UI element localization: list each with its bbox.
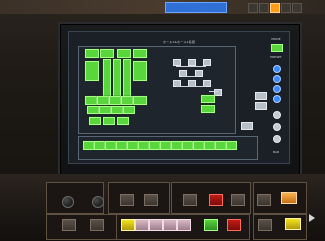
node-3 [203, 59, 211, 66]
bottom-button-1[interactable] [83, 141, 94, 150]
preset-7-icon[interactable] [273, 135, 281, 143]
bottom-button-10[interactable] [182, 141, 193, 150]
top-button-highlight[interactable] [270, 3, 280, 13]
bottom-button-8[interactable] [160, 141, 171, 150]
source-button-2[interactable] [100, 49, 114, 58]
top-status-display [165, 2, 227, 13]
small-button-7[interactable] [117, 117, 129, 125]
hw-button-red-1[interactable] [209, 194, 223, 206]
top-button-4[interactable] [292, 3, 302, 13]
small-button-5[interactable] [89, 117, 101, 125]
bottom-button-2[interactable] [94, 141, 105, 150]
top-button-1[interactable] [248, 3, 258, 13]
pink-button-2[interactable] [149, 219, 163, 231]
row-button-3[interactable] [109, 96, 121, 105]
connector-4 [209, 91, 219, 92]
green-button[interactable] [204, 219, 218, 231]
connector-2 [182, 76, 198, 77]
group-button-left[interactable] [85, 61, 99, 81]
side-tile-1 [255, 92, 267, 100]
hardware-control-strip [0, 174, 325, 241]
center-button-2[interactable] [201, 105, 215, 113]
center-left-panel [108, 182, 170, 214]
preset-1-icon[interactable] [273, 65, 281, 73]
lower-button-2[interactable] [90, 219, 104, 231]
preset-6-icon[interactable] [273, 123, 281, 131]
preset-4-icon[interactable] [273, 95, 281, 103]
lower-button-1[interactable] [62, 219, 76, 231]
mode-button[interactable] [271, 44, 283, 52]
small-button-2[interactable] [99, 106, 111, 114]
gain-knob-2[interactable] [92, 196, 104, 208]
bottom-button-7[interactable] [149, 141, 160, 150]
bottom-button-3[interactable] [105, 141, 116, 150]
right-column-mid-label: PRESET [270, 55, 282, 59]
gain-knob-1[interactable] [62, 196, 74, 208]
pink-button-3[interactable] [163, 219, 177, 231]
top-button-3[interactable] [281, 3, 291, 13]
hw-button-2[interactable] [144, 194, 158, 206]
side-tile-3 [241, 122, 253, 130]
lower-left-panel [46, 214, 118, 240]
preset-3-icon[interactable] [273, 85, 281, 93]
small-button-1[interactable] [87, 106, 99, 114]
bottom-button-13[interactable] [215, 141, 226, 150]
row-button-1[interactable] [85, 96, 97, 105]
row-button-2[interactable] [97, 96, 109, 105]
small-button-6[interactable] [103, 117, 115, 125]
bottom-button-4[interactable] [116, 141, 127, 150]
lower-right-button-highlight[interactable] [285, 218, 301, 230]
hw-button-4[interactable] [231, 194, 245, 206]
touchscreen[interactable]: ホール1&ホール2系統 [68, 31, 290, 164]
lower-right-button-1[interactable] [258, 219, 272, 231]
small-button-4[interactable] [123, 106, 135, 114]
group-button-right[interactable] [133, 61, 147, 81]
pink-button-4[interactable] [177, 219, 191, 231]
source-button-3[interactable] [117, 49, 131, 58]
bottom-button-6[interactable] [138, 141, 149, 150]
connector-1 [176, 66, 206, 67]
preset-5-icon[interactable] [273, 111, 281, 119]
hw-button-orange[interactable] [281, 192, 297, 204]
bottom-button-12[interactable] [204, 141, 215, 150]
hw-button-1[interactable] [120, 194, 134, 206]
right-column-bottom-label: BAR [272, 150, 280, 154]
row-button-5[interactable] [133, 96, 147, 105]
bottom-button-11[interactable] [193, 141, 204, 150]
node-2 [188, 59, 196, 66]
node-1 [173, 59, 181, 66]
top-button-2[interactable] [259, 3, 269, 13]
bottom-button-14[interactable] [226, 141, 237, 150]
right-control-column: MODE PRESET BAR [267, 35, 285, 160]
hw-button-5[interactable] [257, 194, 271, 206]
pink-button-1[interactable] [135, 219, 149, 231]
arrow-right-icon [309, 214, 315, 222]
screen-title: ホール1&ホール2系統 [162, 40, 196, 44]
routing-panel [78, 46, 236, 134]
hw-button-3[interactable] [183, 194, 197, 206]
side-tile-2 [255, 102, 267, 110]
yellow-button[interactable] [121, 219, 135, 231]
small-button-3[interactable] [111, 106, 123, 114]
preset-2-icon[interactable] [273, 75, 281, 83]
center-button-1[interactable] [201, 95, 215, 103]
right-column-top-label: MODE [271, 37, 281, 41]
source-button-4[interactable] [133, 49, 147, 58]
top-strip [0, 0, 325, 14]
row-button-4[interactable] [121, 96, 133, 105]
bottom-button-5[interactable] [127, 141, 138, 150]
bottom-button-9[interactable] [171, 141, 182, 150]
connector-3 [176, 86, 206, 87]
hw-button-red-2[interactable] [227, 219, 241, 231]
source-button-1[interactable] [85, 49, 99, 58]
